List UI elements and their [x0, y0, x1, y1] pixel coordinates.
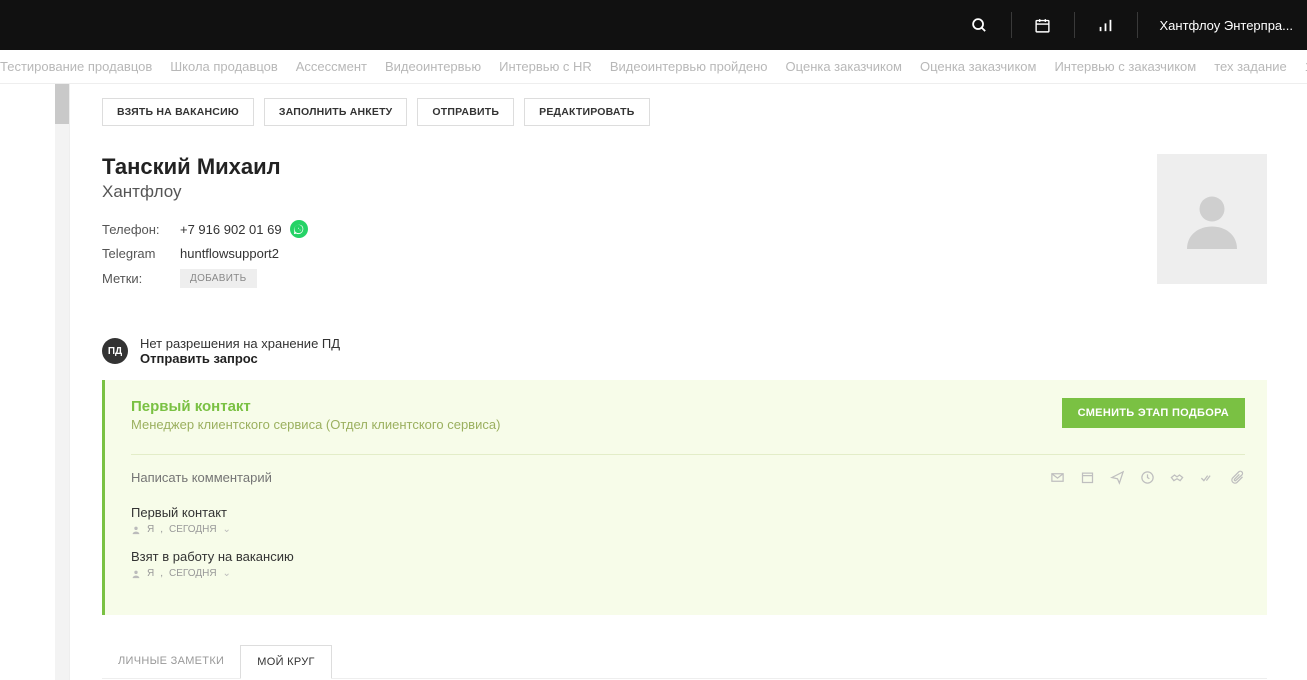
whatsapp-icon[interactable]: [290, 220, 308, 238]
chevron-down-icon[interactable]: ⌄: [223, 568, 231, 579]
log-title: Первый контакт: [131, 505, 1245, 520]
stage-tab[interactable]: Интервью с HR: [499, 59, 592, 74]
phone-value: +7 916 902 01 69: [180, 222, 282, 237]
separator: [1137, 12, 1138, 38]
stats-icon[interactable]: [1097, 16, 1115, 34]
change-stage-button[interactable]: СМЕНИТЬ ЭТАП ПОДБОРА: [1062, 398, 1245, 428]
user-icon: [131, 569, 141, 579]
contacts: Телефон: +7 916 902 01 69 Telegram huntf…: [102, 220, 308, 288]
scrollbar-thumb[interactable]: [55, 84, 69, 124]
candidate-header: Танский Михаил Хантфлоу Телефон: +7 916 …: [102, 154, 1307, 296]
stage-tabs: Тестирование продавцов Школа продавцов А…: [0, 50, 1307, 84]
stage-title: Первый контакт: [131, 398, 500, 415]
calendar-icon[interactable]: [1034, 16, 1052, 34]
stage-tab[interactable]: тех задание: [1214, 59, 1287, 74]
attach-icon[interactable]: [1229, 469, 1245, 485]
stage-tab[interactable]: Оценка заказчиком: [786, 59, 902, 74]
stage-tab[interactable]: Оценка заказчиком: [920, 59, 1036, 74]
main: ВЗЯТЬ НА ВАКАНСИЮ ЗАПОЛНИТЬ АНКЕТУ ОТПРА…: [0, 84, 1307, 680]
comment-icons: [1049, 469, 1245, 485]
avatar[interactable]: [1157, 154, 1267, 284]
tags-label: Метки:: [102, 271, 180, 286]
stage-block: Первый контакт Менеджер клиентского серв…: [102, 380, 1267, 615]
candidate-company: Хантфлоу: [102, 182, 308, 202]
send-button[interactable]: ОТПРАВИТЬ: [417, 98, 514, 126]
log-date: СЕГОДНЯ: [169, 524, 217, 535]
pd-request-link[interactable]: Отправить запрос: [140, 351, 340, 366]
topbar: Хантфлоу Энтерпра...: [0, 0, 1307, 50]
mail-icon[interactable]: [1049, 469, 1065, 485]
stage-tab[interactable]: Школа продавцов: [170, 59, 278, 74]
content: ВЗЯТЬ НА ВАКАНСИЮ ЗАПОЛНИТЬ АНКЕТУ ОТПРА…: [70, 84, 1307, 680]
pd-text: Нет разрешения на хранение ПД: [140, 336, 340, 351]
phone-label: Телефон:: [102, 222, 180, 237]
stage-tab[interactable]: Видеоинтервью: [385, 59, 481, 74]
separator: [1011, 12, 1012, 38]
fill-form-button[interactable]: ЗАПОЛНИТЬ АНКЕТУ: [264, 98, 408, 126]
log-author: Я: [147, 524, 154, 535]
handshake-icon[interactable]: [1169, 469, 1185, 485]
take-vacancy-button[interactable]: ВЗЯТЬ НА ВАКАНСИЮ: [102, 98, 254, 126]
stage-tab[interactable]: Интервью с заказчиком: [1054, 59, 1196, 74]
add-tag-button[interactable]: ДОБАВИТЬ: [180, 269, 257, 288]
send-icon[interactable]: [1109, 469, 1125, 485]
stage-tab[interactable]: Тестирование продавцов: [0, 59, 152, 74]
chevron-down-icon[interactable]: ⌄: [223, 524, 231, 535]
telegram-label: Telegram: [102, 246, 180, 261]
activity-log: Первый контакт Я, СЕГОДНЯ ⌄ Взят в работ…: [131, 505, 1245, 579]
separator: [1074, 12, 1075, 38]
telegram-value: huntflowsupport2: [180, 246, 279, 261]
log-date: СЕГОДНЯ: [169, 568, 217, 579]
stage-subtitle: Менеджер клиентского сервиса (Отдел клие…: [131, 417, 500, 432]
tab-notes[interactable]: ЛИЧНЫЕ ЗАМЕТКИ: [102, 645, 240, 678]
candidate-name: Танский Михаил: [102, 154, 308, 180]
check-icon[interactable]: [1199, 469, 1215, 485]
clock-icon[interactable]: [1139, 469, 1155, 485]
stage-tab[interactable]: Видеоинтервью пройдено: [610, 59, 768, 74]
comment-row: [131, 454, 1245, 485]
action-buttons: ВЗЯТЬ НА ВАКАНСИЮ ЗАПОЛНИТЬ АНКЕТУ ОТПРА…: [102, 98, 1307, 126]
log-author: Я: [147, 568, 154, 579]
log-item: Первый контакт Я, СЕГОДНЯ ⌄: [131, 505, 1245, 535]
pd-badge: ПД: [102, 338, 128, 364]
tab-mycircle[interactable]: МОЙ КРУГ: [240, 645, 332, 679]
search-icon[interactable]: [971, 16, 989, 34]
calendar-small-icon[interactable]: [1079, 469, 1095, 485]
comment-input[interactable]: [131, 470, 1049, 485]
scrollbar-track: [55, 84, 69, 680]
edit-button[interactable]: РЕДАКТИРОВАТЬ: [524, 98, 649, 126]
log-item: Взят в работу на вакансию Я, СЕГОДНЯ ⌄: [131, 549, 1245, 579]
log-title: Взят в работу на вакансию: [131, 549, 1245, 564]
pd-notice: ПД Нет разрешения на хранение ПД Отправи…: [102, 336, 1307, 366]
notes-tabs: ЛИЧНЫЕ ЗАМЕТКИ МОЙ КРУГ: [102, 645, 1267, 679]
stage-tab[interactable]: Ассессмент: [296, 59, 367, 74]
org-name[interactable]: Хантфлоу Энтерпра...: [1160, 18, 1294, 33]
user-icon: [131, 525, 141, 535]
left-column: [0, 84, 70, 680]
